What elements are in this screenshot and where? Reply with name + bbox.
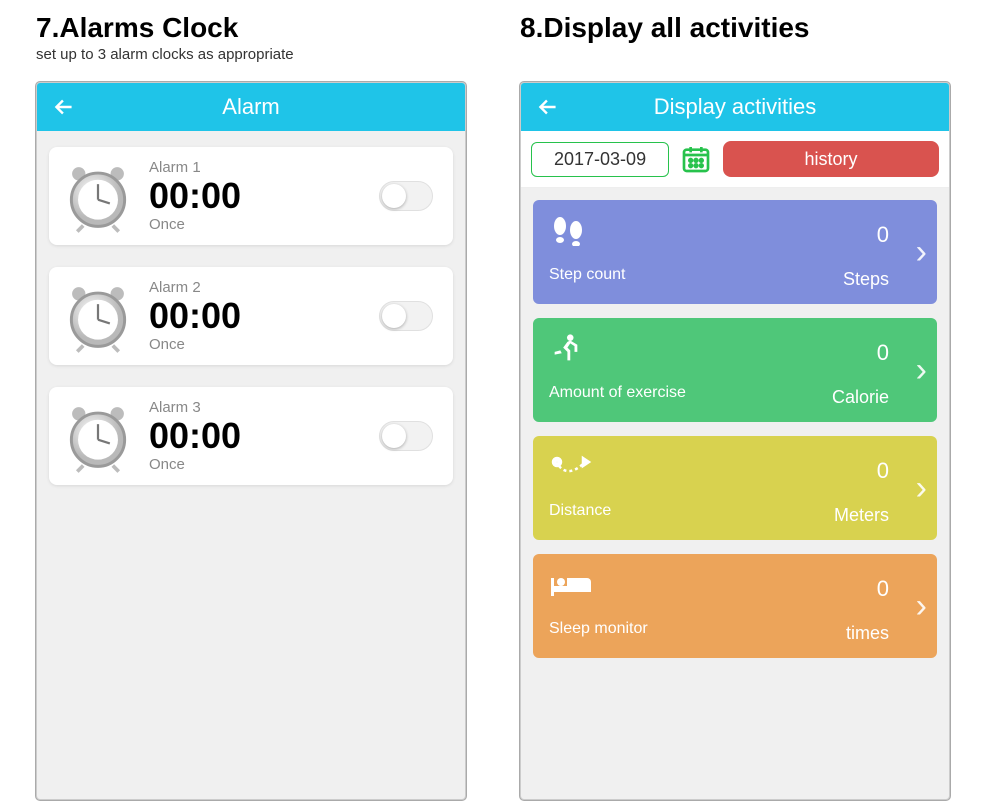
activity-card-sleep[interactable]: Sleep monitor 0 times › <box>533 554 937 658</box>
alarm-repeat: Once <box>149 336 241 353</box>
alarm-name: Alarm 2 <box>149 279 241 296</box>
chevron-right-icon: › <box>916 436 927 540</box>
alarm-list: Alarm 1 00:00 Once Alarm 2 00:00 <box>37 131 465 517</box>
chevron-right-icon: › <box>916 200 927 304</box>
activity-unit: times <box>846 623 889 644</box>
section-7-subtitle: set up to 3 alarm clocks as appropriate <box>36 46 294 63</box>
activity-card-exercise[interactable]: Amount of exercise 0 Calorie › <box>533 318 937 422</box>
activities-screen-title: Display activities <box>521 94 949 120</box>
alarm-topbar: Alarm <box>37 83 465 131</box>
activity-card-steps[interactable]: Step count 0 Steps › <box>533 200 937 304</box>
alarm-text: Alarm 3 00:00 Once <box>149 399 241 473</box>
alarm-repeat: Once <box>149 216 241 233</box>
activity-value: 0 <box>877 576 889 602</box>
alarm-toggle[interactable] <box>379 181 433 211</box>
section-8-header: 8.Display all activities <box>520 12 810 44</box>
alarm-text: Alarm 2 00:00 Once <box>149 279 241 353</box>
date-selector[interactable]: 2017-03-09 <box>531 142 669 177</box>
activities-topbar: Display activities <box>521 83 949 131</box>
alarm-screen-title: Alarm <box>37 94 465 120</box>
activities-controls: 2017-03-09 history <box>521 131 949 188</box>
chevron-right-icon: › <box>916 318 927 422</box>
alarm-time: 00:00 <box>149 296 241 336</box>
activity-value: 0 <box>877 340 889 366</box>
alarm-card[interactable]: Alarm 3 00:00 Once <box>49 387 453 485</box>
alarm-time: 00:00 <box>149 416 241 456</box>
activity-unit: Steps <box>843 269 889 290</box>
back-button[interactable] <box>535 83 561 131</box>
activity-unit: Calorie <box>832 387 889 408</box>
back-button[interactable] <box>51 83 77 131</box>
activity-unit: Meters <box>834 505 889 526</box>
bed-icon <box>549 568 921 602</box>
activities-list: Step count 0 Steps › Amount of exercise … <box>521 188 949 684</box>
alarm-name: Alarm 1 <box>149 159 241 176</box>
section-8-title: 8.Display all activities <box>520 12 810 44</box>
route-icon <box>549 450 921 484</box>
back-arrow-icon <box>535 94 561 120</box>
alarm-card[interactable]: Alarm 2 00:00 Once <box>49 267 453 365</box>
history-button[interactable]: history <box>723 141 939 177</box>
footprints-icon <box>549 214 921 248</box>
alarm-name: Alarm 3 <box>149 399 241 416</box>
alarm-toggle[interactable] <box>379 301 433 331</box>
alarm-time: 00:00 <box>149 176 241 216</box>
alarm-clock-icon <box>61 279 135 353</box>
alarm-repeat: Once <box>149 456 241 473</box>
runner-icon <box>549 332 921 366</box>
alarm-toggle[interactable] <box>379 421 433 451</box>
alarm-text: Alarm 1 00:00 Once <box>149 159 241 233</box>
section-7-title: 7.Alarms Clock <box>36 12 294 44</box>
activity-card-distance[interactable]: Distance 0 Meters › <box>533 436 937 540</box>
chevron-right-icon: › <box>916 554 927 658</box>
activity-value: 0 <box>877 458 889 484</box>
back-arrow-icon <box>51 94 77 120</box>
alarm-clock-icon <box>61 399 135 473</box>
section-7-header: 7.Alarms Clock set up to 3 alarm clocks … <box>36 12 294 63</box>
alarm-card[interactable]: Alarm 1 00:00 Once <box>49 147 453 245</box>
activities-phone: Display activities 2017-03-09 history St… <box>520 82 950 800</box>
calendar-icon[interactable] <box>679 142 713 176</box>
alarm-phone: Alarm Alarm 1 00:00 Once <box>36 82 466 800</box>
alarm-clock-icon <box>61 159 135 233</box>
activity-value: 0 <box>877 222 889 248</box>
